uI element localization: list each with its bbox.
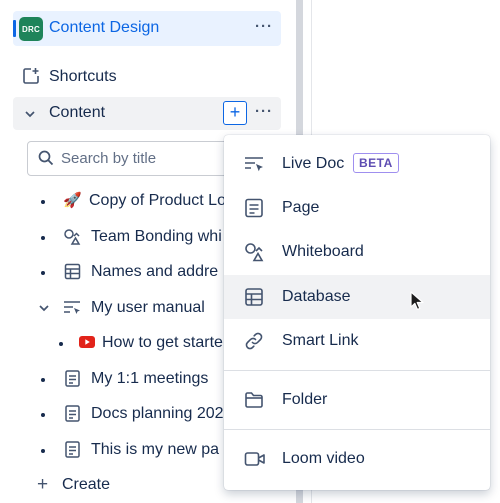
rocket-emoji-icon: 🚀	[63, 192, 82, 209]
mouse-cursor-icon	[410, 291, 424, 310]
database-icon	[245, 288, 263, 306]
bullet	[41, 200, 45, 204]
space-header[interactable]: DRC Content Design ···	[13, 11, 281, 46]
shortcuts-link[interactable]: Shortcuts	[49, 68, 117, 86]
whiteboard-icon	[245, 243, 264, 262]
bullet	[59, 342, 63, 346]
menu-item-smart-link[interactable]: Smart Link	[224, 319, 490, 363]
bullet	[41, 449, 45, 453]
bullet	[41, 271, 45, 275]
menu-item-label: Database	[282, 288, 351, 305]
create-label: Create	[62, 476, 111, 493]
search-placeholder: Search by title	[61, 150, 157, 167]
add-content-button[interactable]: +	[223, 101, 247, 125]
page-icon	[65, 370, 80, 387]
whiteboard-icon	[64, 229, 81, 245]
tree-item-label[interactable]: Team Bonding whi	[91, 228, 222, 246]
menu-item-database[interactable]: Database	[224, 275, 490, 319]
menu-divider	[224, 370, 490, 371]
tree-item-label[interactable]: My 1:1 meetings	[91, 370, 208, 388]
menu-item-folder[interactable]: Folder	[224, 378, 490, 422]
space-avatar: DRC	[19, 17, 43, 41]
database-icon	[64, 263, 81, 280]
shortcut-icon	[23, 68, 39, 84]
tree-item-label[interactable]: My user manual	[91, 299, 205, 317]
live-doc-icon	[245, 157, 263, 172]
space-more-button[interactable]: ···	[255, 18, 273, 35]
live-doc-icon	[64, 301, 80, 314]
tree-item-label[interactable]: Docs planning 202	[91, 405, 224, 423]
selected-indicator	[13, 20, 16, 37]
menu-item-live-doc[interactable]: Live Doc BETA	[224, 142, 490, 186]
content-more-button[interactable]: ···	[255, 103, 273, 120]
bullet	[41, 378, 45, 382]
menu-item-label: Live Doc	[282, 155, 345, 172]
page-icon	[65, 441, 80, 458]
plus-icon: +	[37, 474, 49, 495]
create-content-menu: Live Doc BETA Page Whiteboard Database S…	[224, 135, 490, 490]
menu-item-loom-video[interactable]: Loom video	[224, 437, 490, 481]
menu-item-label: Smart Link	[282, 332, 359, 349]
bullet	[41, 413, 45, 417]
tree-item-label[interactable]: How to get starte	[102, 334, 223, 352]
page-icon	[65, 405, 80, 422]
tree-item-label[interactable]: This is my new pa	[91, 441, 219, 459]
menu-item-label: Loom video	[282, 450, 365, 467]
bullet	[41, 236, 45, 240]
youtube-icon	[79, 336, 95, 348]
tree-item-label[interactable]: Names and addre	[91, 263, 218, 281]
menu-item-label: Whiteboard	[282, 243, 364, 260]
menu-item-label: Folder	[282, 391, 328, 408]
chevron-down-icon[interactable]	[38, 302, 50, 314]
beta-badge: BETA	[353, 153, 399, 173]
content-label: Content	[49, 104, 106, 121]
content-section-header[interactable]: Content + ···	[13, 97, 281, 130]
page-icon	[245, 198, 263, 218]
menu-item-whiteboard[interactable]: Whiteboard	[224, 230, 490, 274]
tree-item-label[interactable]: Copy of Product Lo	[89, 192, 226, 210]
search-icon	[38, 150, 54, 166]
menu-item-label: Page	[282, 199, 320, 216]
menu-item-page[interactable]: Page	[224, 186, 490, 230]
folder-icon	[245, 392, 263, 408]
video-icon	[244, 452, 265, 466]
space-name[interactable]: Content Design	[49, 19, 159, 37]
menu-divider	[224, 429, 490, 430]
link-icon	[245, 332, 263, 350]
chevron-down-icon[interactable]	[24, 108, 36, 120]
